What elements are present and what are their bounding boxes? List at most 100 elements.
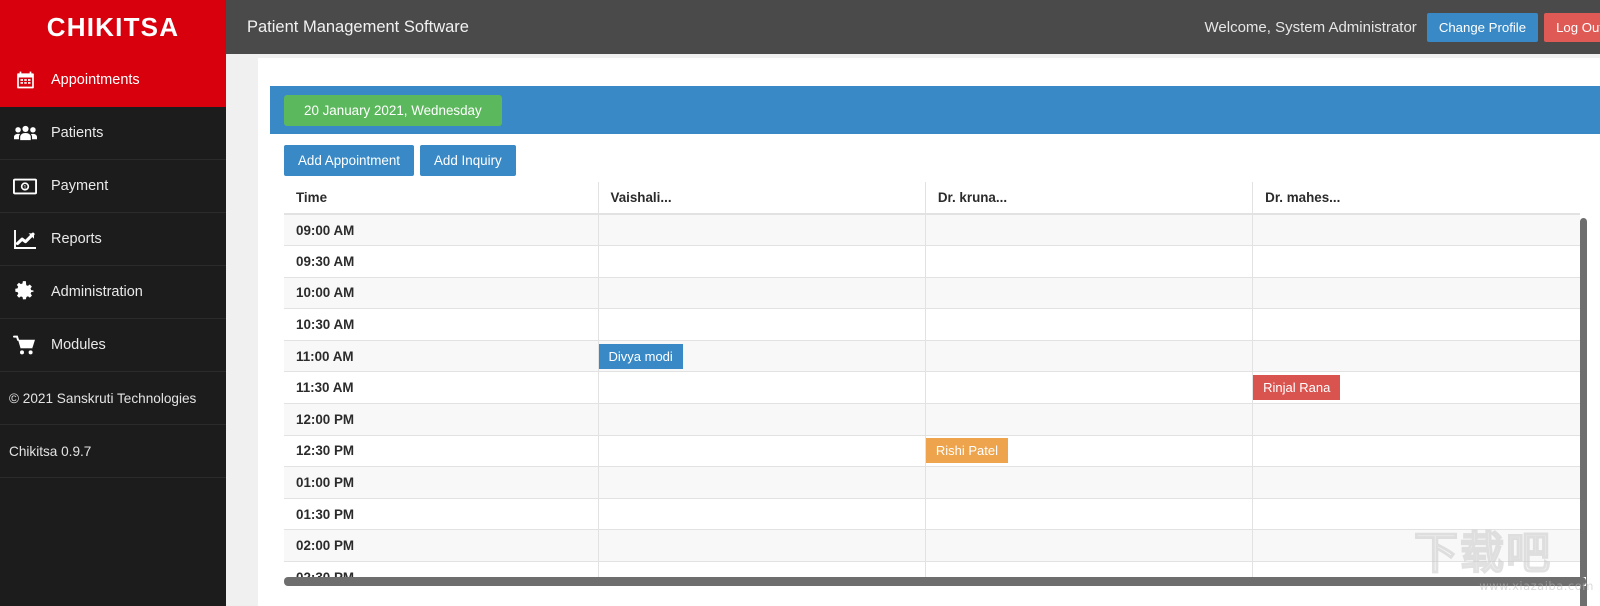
add-inquiry-button[interactable]: Add Inquiry — [420, 145, 516, 176]
table-row: 10:00 AM — [284, 276, 1580, 310]
empty-slot-cell[interactable] — [1252, 276, 1580, 310]
table-row: 09:00 AM — [284, 213, 1580, 247]
copyright-text: © 2021 Sanskruti Technologies — [9, 390, 197, 406]
schedule-table: Time Vaishali... Dr. kruna... Dr. mahes.… — [284, 182, 1580, 586]
sidebar-copyright: © 2021 Sanskruti Technologies — [0, 372, 226, 425]
shopping-cart-icon — [8, 332, 42, 358]
appointment-cell[interactable]: Divya modi — [597, 339, 926, 373]
empty-slot-cell[interactable] — [1252, 245, 1580, 278]
vertical-scrollbar[interactable] — [1580, 218, 1587, 606]
empty-slot-cell[interactable] — [597, 466, 926, 499]
sidebar-item-modules[interactable]: Modules — [0, 319, 226, 372]
empty-slot-cell[interactable] — [924, 308, 1253, 341]
schedule-table-body: 09:00 AM 09:30 AM 10:00 AM 10:30 AM 11:00 AM… — [284, 213, 1580, 586]
column-header-doctor-3[interactable]: Dr. mahes... — [1252, 182, 1580, 215]
empty-slot-cell[interactable] — [924, 371, 1253, 405]
appointment-cell[interactable]: Rishi Patel — [924, 434, 1253, 468]
empty-slot-cell[interactable] — [597, 434, 926, 468]
empty-slot-cell[interactable] — [597, 245, 926, 278]
sidebar-item-label: Modules — [51, 337, 106, 353]
chart-line-icon — [8, 226, 42, 252]
empty-slot-cell[interactable] — [597, 497, 926, 531]
empty-slot-cell[interactable] — [597, 213, 926, 247]
appointment-chip[interactable]: Rinjal Rana — [1253, 375, 1341, 401]
horizontal-scrollbar-track[interactable] — [284, 577, 1586, 586]
sidebar-item-label: Payment — [51, 178, 109, 194]
schedule-table-head: Time Vaishali... Dr. kruna... Dr. mahes.… — [284, 182, 1580, 215]
time-slot-label: 02:00 PM — [284, 529, 598, 563]
calendar-icon — [8, 67, 42, 93]
logout-button[interactable]: Log Out — [1544, 12, 1600, 42]
sidebar-item-label: Reports — [51, 231, 102, 247]
add-appointment-button[interactable]: Add Appointment — [284, 145, 414, 176]
sidebar-item-payment[interactable]: 1 Payment — [0, 160, 226, 213]
app-root: CHIKITSA Appointments Patients 1 Payment — [0, 0, 1600, 606]
table-row: 01:30 PM — [284, 497, 1580, 531]
time-slot-label: 10:00 AM — [284, 276, 598, 310]
schedule-card: 20 January 2021, Wednesday Add Appointme… — [270, 86, 1600, 606]
sidebar-item-label: Appointments — [51, 72, 140, 88]
time-slot-label: 11:30 AM — [284, 371, 598, 405]
date-picker-button[interactable]: 20 January 2021, Wednesday — [284, 94, 502, 126]
schedule-actions: Add Appointment Add Inquiry — [284, 145, 1600, 176]
empty-slot-cell[interactable] — [924, 276, 1253, 310]
sidebar-nav: Appointments Patients 1 Payment Reports — [0, 54, 226, 372]
empty-slot-cell[interactable] — [1252, 308, 1580, 341]
empty-slot-cell[interactable] — [597, 276, 926, 310]
empty-slot-cell[interactable] — [597, 403, 926, 436]
page-title: Patient Management Software — [247, 17, 469, 36]
empty-slot-cell[interactable] — [924, 213, 1253, 247]
appointment-cell[interactable]: Rinjal Rana — [1252, 371, 1580, 405]
empty-slot-cell[interactable] — [924, 529, 1253, 563]
sidebar-item-administration[interactable]: Administration — [0, 266, 226, 319]
table-row: 11:30 AM Rinjal Rana — [284, 371, 1580, 405]
empty-slot-cell[interactable] — [924, 245, 1253, 278]
brand-logo[interactable]: CHIKITSA — [0, 0, 226, 54]
schedule-card-header: 20 January 2021, Wednesday — [270, 86, 1600, 134]
time-slot-label: 10:30 AM — [284, 308, 598, 341]
schedule-card-body: Add Appointment Add Inquiry Time Vaishal… — [270, 134, 1600, 606]
empty-slot-cell[interactable] — [1252, 466, 1580, 499]
empty-slot-cell[interactable] — [1252, 339, 1580, 373]
empty-slot-cell[interactable] — [924, 466, 1253, 499]
schedule-table-scroll-area[interactable]: Time Vaishali... Dr. kruna... Dr. mahes.… — [284, 182, 1586, 586]
appointment-chip[interactable]: Rishi Patel — [925, 438, 1008, 464]
time-slot-label: 12:30 PM — [284, 434, 598, 468]
empty-slot-cell[interactable] — [1252, 529, 1580, 563]
empty-slot-cell[interactable] — [597, 529, 926, 563]
empty-slot-cell[interactable] — [924, 403, 1253, 436]
sidebar-item-patients[interactable]: Patients — [0, 107, 226, 160]
sidebar-item-reports[interactable]: Reports — [0, 213, 226, 266]
change-profile-button[interactable]: Change Profile — [1426, 12, 1539, 42]
empty-slot-cell[interactable] — [1252, 434, 1580, 468]
time-slot-label: 12:00 PM — [284, 403, 598, 436]
topbar: Patient Management Software Welcome, Sys… — [226, 0, 1600, 54]
table-row: 12:00 PM — [284, 403, 1580, 436]
empty-slot-cell[interactable] — [597, 308, 926, 341]
money-bill-icon: 1 — [8, 173, 42, 199]
table-row: 10:30 AM — [284, 308, 1580, 341]
horizontal-scrollbar-thumb[interactable] — [284, 577, 1586, 586]
appointment-chip[interactable]: Divya modi — [598, 343, 683, 369]
content-panel: 20 January 2021, Wednesday Add Appointme… — [258, 58, 1600, 606]
table-row: 09:30 AM — [284, 245, 1580, 278]
empty-slot-cell[interactable] — [924, 497, 1253, 531]
sidebar-item-label: Patients — [51, 125, 104, 141]
column-header-doctor-2[interactable]: Dr. kruna... — [924, 182, 1253, 215]
empty-slot-cell[interactable] — [1252, 497, 1580, 531]
sidebar-item-appointments[interactable]: Appointments — [0, 54, 226, 107]
column-header-time[interactable]: Time — [284, 182, 598, 215]
main-content: 20 January 2021, Wednesday Add Appointme… — [226, 54, 1600, 606]
empty-slot-cell[interactable] — [1252, 403, 1580, 436]
empty-slot-cell[interactable] — [1252, 213, 1580, 247]
sidebar-item-label: Administration — [51, 284, 143, 300]
empty-slot-cell[interactable] — [924, 339, 1253, 373]
gear-icon — [8, 279, 42, 305]
empty-slot-cell[interactable] — [597, 371, 926, 405]
table-row: 12:30 PM Rishi Patel — [284, 434, 1580, 468]
sidebar: CHIKITSA Appointments Patients 1 Payment — [0, 0, 226, 606]
column-header-doctor-1[interactable]: Vaishali... — [597, 182, 926, 215]
table-row: 02:00 PM — [284, 529, 1580, 563]
users-icon — [8, 120, 42, 146]
time-slot-label: 01:00 PM — [284, 466, 598, 499]
